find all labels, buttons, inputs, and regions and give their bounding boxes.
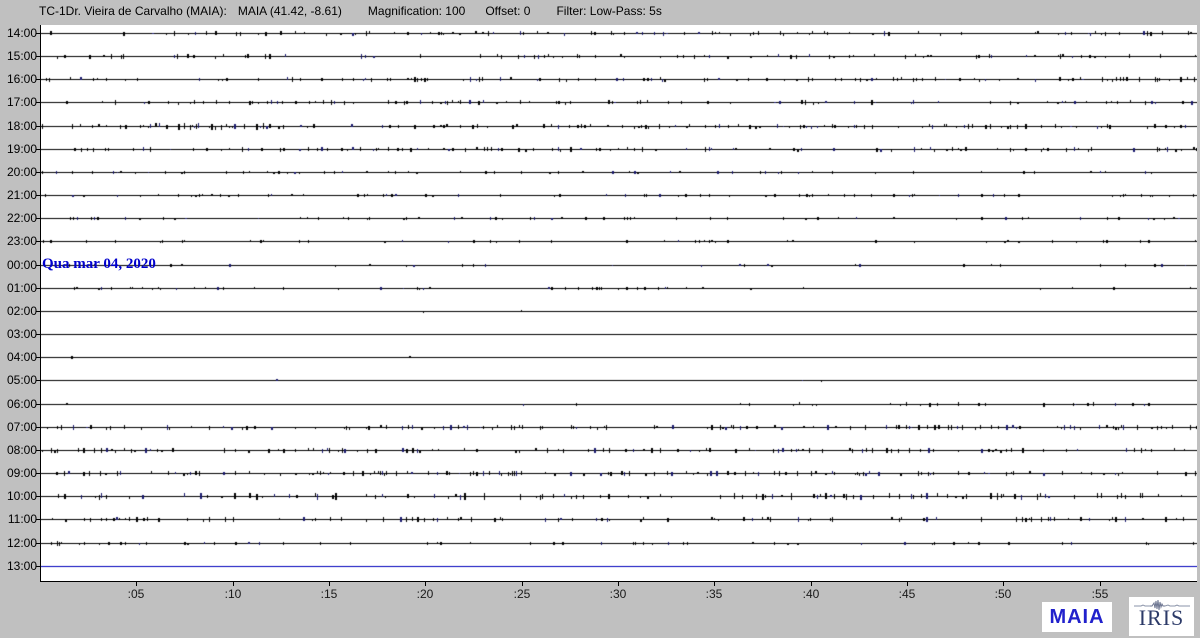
minute-tick-mark — [425, 582, 426, 586]
minute-tick-label: :10 — [225, 587, 242, 601]
hour-label: 01:00 — [0, 282, 37, 294]
minute-tick-label: :55 — [1092, 587, 1109, 601]
hour-label: 19:00 — [0, 143, 37, 155]
minute-tick-label: :50 — [995, 587, 1012, 601]
hour-label: 02:00 — [0, 305, 37, 317]
minute-tick-label: :20 — [417, 587, 434, 601]
hour-label: 03:00 — [0, 328, 37, 340]
hour-tick-mark — [36, 543, 40, 544]
hour-tick-mark — [36, 79, 40, 80]
hour-label: 00:00 — [0, 259, 37, 271]
hour-tick-mark — [36, 241, 40, 242]
hour-tick-mark — [36, 450, 40, 451]
iris-logo[interactable]: IRIS — [1129, 597, 1194, 636]
hour-label: 06:00 — [0, 398, 37, 410]
station-badge[interactable]: MAIA — [1042, 602, 1112, 632]
hour-tick-mark — [36, 473, 40, 474]
hour-label: 09:00 — [0, 467, 37, 479]
hour-tick-mark — [36, 427, 40, 428]
hour-tick-mark — [36, 218, 40, 219]
hour-tick-mark — [36, 126, 40, 127]
hour-tick-mark — [36, 265, 40, 266]
minute-tick-mark — [329, 582, 330, 586]
helicorder-plot-area[interactable] — [40, 25, 1197, 582]
hour-label: 23:00 — [0, 235, 37, 247]
hour-label: 07:00 — [0, 421, 37, 433]
minute-tick-label: :40 — [803, 587, 820, 601]
minute-tick-mark — [136, 582, 137, 586]
hour-tick-mark — [36, 195, 40, 196]
hour-label: 13:00 — [0, 560, 37, 572]
hour-label: 22:00 — [0, 212, 37, 224]
hour-tick-mark — [36, 357, 40, 358]
hour-tick-mark — [36, 288, 40, 289]
date-annotation: Qua mar 04, 2020 — [42, 256, 156, 273]
hour-label: 08:00 — [0, 444, 37, 456]
minute-tick-label: :45 — [899, 587, 916, 601]
hour-tick-mark — [36, 172, 40, 173]
station-badge-label: MAIA — [1049, 606, 1104, 629]
hour-tick-mark — [36, 566, 40, 567]
hour-label: 17:00 — [0, 96, 37, 108]
minute-tick-mark — [618, 582, 619, 586]
hour-tick-mark — [36, 149, 40, 150]
minute-tick-mark — [714, 582, 715, 586]
minute-tick-mark — [811, 582, 812, 586]
hour-label: 18:00 — [0, 120, 37, 132]
offset-value: Offset: 0 — [485, 4, 530, 18]
seismogram-traces-canvas[interactable] — [41, 25, 1197, 581]
seismogram-app-window: { "header": { "station_title": "TC-1Dr. … — [0, 0, 1200, 638]
minute-tick-label: :35 — [706, 587, 723, 601]
hour-tick-mark — [36, 380, 40, 381]
minute-tick-mark — [1003, 582, 1004, 586]
hour-label: 20:00 — [0, 166, 37, 178]
minute-tick-mark — [233, 582, 234, 586]
minute-tick-mark — [907, 582, 908, 586]
filter-value: Filter: Low-Pass: 5s — [556, 4, 661, 18]
minute-tick-mark — [522, 582, 523, 586]
station-title: TC-1Dr. Vieira de Carvalho (MAIA): — [39, 4, 227, 18]
minute-tick-label: :05 — [128, 587, 145, 601]
hour-tick-mark — [36, 33, 40, 34]
station-coordinates: MAIA (41.42, -8.61) — [238, 4, 342, 18]
hour-label: 04:00 — [0, 351, 37, 363]
hour-label: 12:00 — [0, 537, 37, 549]
minute-tick-label: :15 — [321, 587, 338, 601]
hour-tick-mark — [36, 519, 40, 520]
hour-label: 21:00 — [0, 189, 37, 201]
hour-tick-mark — [36, 404, 40, 405]
hour-tick-mark — [36, 496, 40, 497]
magnification-value: Magnification: 100 — [368, 4, 465, 18]
iris-logo-label: IRIS — [1139, 607, 1185, 629]
hour-tick-mark — [36, 334, 40, 335]
minute-tick-label: :30 — [610, 587, 627, 601]
header-status-bar: TC-1Dr. Vieira de Carvalho (MAIA): MAIA … — [39, 3, 662, 19]
minute-tick-mark — [1100, 582, 1101, 586]
hour-label: 11:00 — [0, 513, 37, 525]
hour-label: 14:00 — [0, 27, 37, 39]
hour-label: 16:00 — [0, 73, 37, 85]
hour-label: 10:00 — [0, 490, 37, 502]
hour-tick-mark — [36, 56, 40, 57]
hour-tick-mark — [36, 311, 40, 312]
hour-label: 15:00 — [0, 50, 37, 62]
hour-tick-mark — [36, 102, 40, 103]
hour-label: 05:00 — [0, 374, 37, 386]
minute-tick-label: :25 — [514, 587, 531, 601]
